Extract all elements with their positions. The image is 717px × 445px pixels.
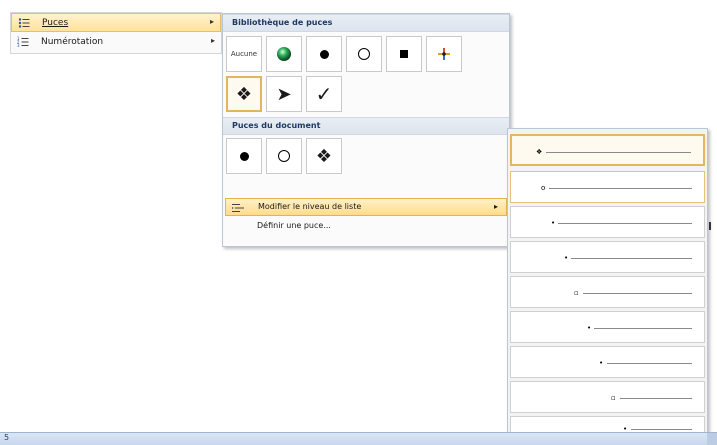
level-marker: •: [564, 254, 569, 262]
green-sphere-icon: [277, 47, 291, 61]
status-page-number: 5: [4, 433, 10, 442]
hollow-circle-icon: [278, 150, 290, 162]
bullet-hollow-circle[interactable]: [346, 36, 382, 72]
bullet-library-panel: Bibliothèque de puces Aucune ❖ ➤ ✓ Puces…: [222, 13, 510, 247]
level-marker: ▫: [611, 394, 616, 402]
level-line: [546, 152, 691, 153]
level-marker: •: [587, 324, 592, 332]
bullet-filled-square[interactable]: [386, 36, 422, 72]
filled-square-icon: [400, 50, 408, 58]
list-level-1[interactable]: ❖: [510, 134, 705, 166]
submenu-arrow-icon: ▸: [209, 17, 214, 26]
menu-item-bullets-label: Puces: [42, 18, 69, 28]
document-bullets-header: Puces du document: [223, 117, 509, 135]
four-diamonds-icon: ❖: [235, 83, 253, 105]
level-marker: •: [551, 219, 556, 227]
status-bar-end: [707, 433, 717, 445]
list-level-2[interactable]: o: [510, 171, 705, 203]
svg-text:3: 3: [17, 43, 20, 48]
submenu-arrow-icon: ▸: [493, 202, 498, 211]
list-level-4[interactable]: •: [510, 241, 705, 273]
bullet-four-diamonds[interactable]: ❖: [226, 76, 262, 112]
level-line: [558, 223, 692, 224]
list-level-3[interactable]: •: [510, 206, 705, 238]
numbering-icon: 1 2 3: [17, 36, 29, 48]
doc-bullet-four-diamonds[interactable]: ❖: [306, 138, 342, 174]
level-marker: ❖: [536, 148, 543, 156]
change-list-level-item[interactable]: Modifier le niveau de liste ▸: [225, 198, 507, 216]
list-level-5[interactable]: ▫: [510, 276, 705, 308]
bullet-library-header: Bibliothèque de puces: [223, 14, 509, 32]
level-marker: ▫: [574, 289, 579, 297]
context-menu: Puces ▸ 1 2 3 Numérotation ▸: [10, 12, 222, 54]
arrowhead-icon: ➤: [276, 83, 292, 105]
submenu-arrow-icon: ▸: [210, 36, 215, 45]
level-line: [583, 293, 692, 294]
filled-dot-icon: [319, 49, 329, 59]
level-line: [607, 363, 692, 364]
list-level-submenu: ❖ o • • ▫ • • ▫ •: [507, 128, 708, 440]
list-level-7[interactable]: •: [510, 346, 705, 378]
bullet-colored-star[interactable]: [426, 36, 462, 72]
change-list-level-label: Modifier le niveau de liste: [258, 202, 362, 211]
colored-star-icon: [438, 48, 450, 60]
bullet-none-label: Aucune: [230, 50, 258, 58]
bullet-green-sphere[interactable]: [266, 36, 302, 72]
list-level-icon: [232, 204, 244, 212]
bullet-checkmark[interactable]: ✓: [306, 76, 342, 112]
level-line: [571, 258, 692, 259]
checkmark-icon: ✓: [315, 82, 333, 106]
menu-item-numbering[interactable]: 1 2 3 Numérotation ▸: [11, 33, 221, 52]
status-bar: 5: [0, 432, 717, 445]
level-marker: o: [541, 184, 546, 192]
doc-bullet-filled-dot[interactable]: [226, 138, 262, 174]
menu-item-bullets[interactable]: Puces ▸: [11, 13, 221, 32]
four-diamonds-icon: ❖: [315, 145, 333, 167]
level-marker: •: [599, 359, 604, 367]
bullet-filled-dot[interactable]: [306, 36, 342, 72]
bullets-icon: [18, 18, 30, 28]
bullet-arrowhead[interactable]: ➤: [266, 76, 302, 112]
menu-item-numbering-label: Numérotation: [41, 37, 104, 47]
list-level-8[interactable]: ▫: [510, 381, 705, 413]
define-bullet-item[interactable]: Définir une puce...: [225, 218, 507, 236]
doc-bullet-hollow-circle[interactable]: [266, 138, 302, 174]
text-cursor: [709, 222, 711, 230]
list-level-6[interactable]: •: [510, 311, 705, 343]
level-line: [620, 398, 692, 399]
level-line: [549, 188, 692, 189]
hollow-circle-icon: [358, 48, 370, 60]
level-line: [594, 328, 692, 329]
level-line: [631, 429, 692, 430]
filled-dot-icon: [239, 151, 249, 161]
define-bullet-label: Définir une puce...: [257, 221, 331, 230]
bullet-none[interactable]: Aucune: [226, 36, 262, 72]
